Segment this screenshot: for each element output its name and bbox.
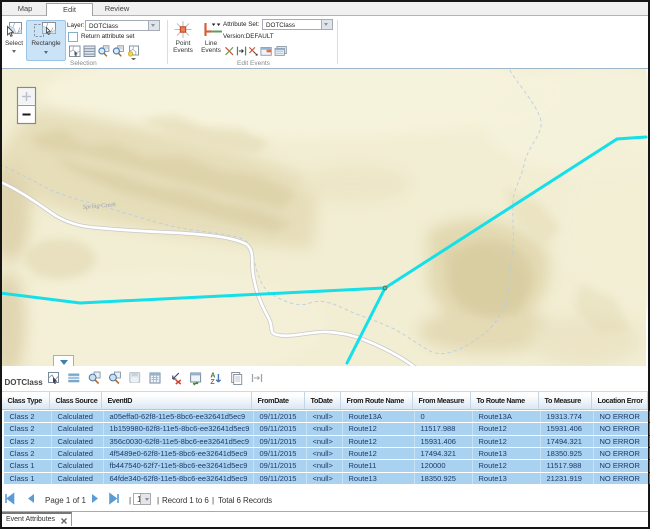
svg-text:Z: Z [210,379,215,386]
